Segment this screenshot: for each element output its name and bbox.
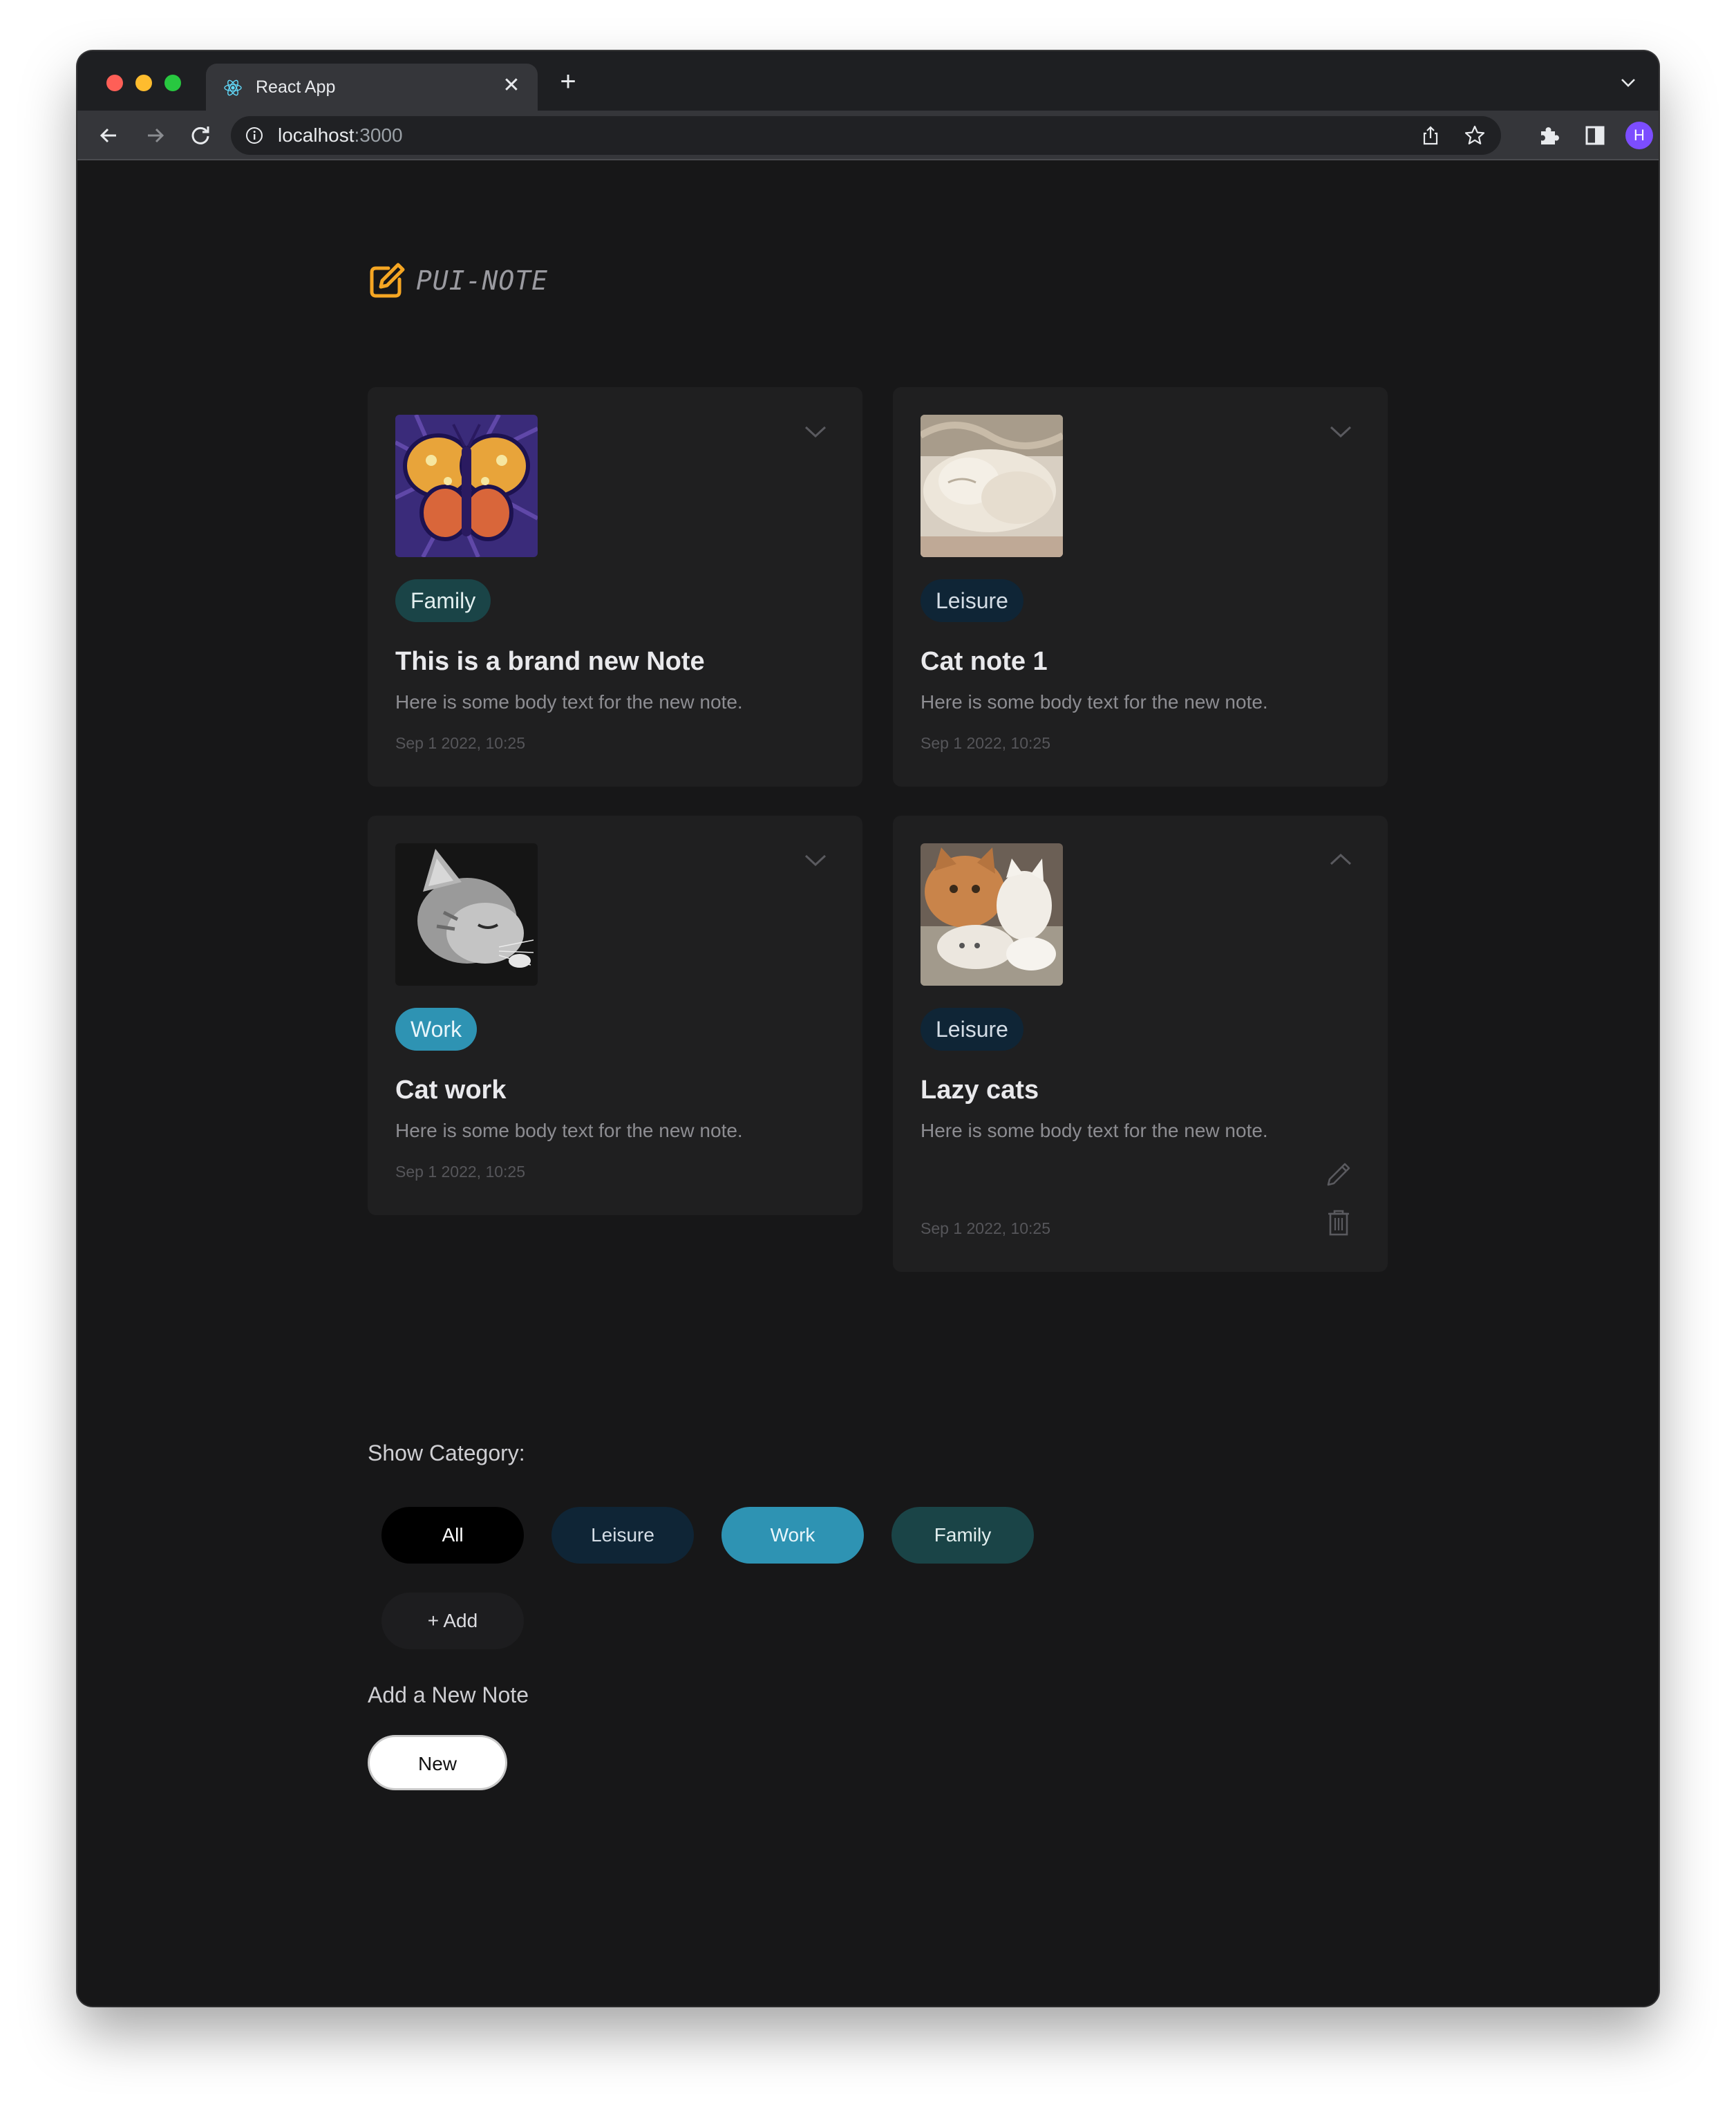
note-date: Sep 1 2022, 10:25 [395,734,525,752]
browser-titlebar: React App ✕ + [77,51,1659,111]
note-date: Sep 1 2022, 10:25 [921,1219,1050,1237]
new-note-button[interactable]: New [368,1735,507,1790]
browser-toolbar: localhost:3000 H [77,111,1659,160]
kitten-bw-image [395,843,538,986]
new-tab-button[interactable]: + [554,68,582,97]
category-chip: Work [395,1008,478,1051]
note-card: Family This is a brand new Note Here is … [368,387,862,787]
bookmark-star-icon[interactable] [1464,124,1486,147]
note-body: Here is some body text for the new note. [921,1120,1268,1141]
sleeping-cat-image [921,415,1063,557]
minimize-window-button[interactable] [135,75,152,91]
edit-note-logo-icon [370,263,405,298]
trash-icon[interactable] [1324,1208,1353,1237]
add-note-label: Add a New Note [368,1682,529,1707]
back-arrow-icon[interactable] [95,122,123,149]
share-icon[interactable] [1419,124,1442,147]
app-content: PUI-NOTE Family This is a brand new Note… [77,162,1659,2006]
category-chip: Leisure [921,1008,1023,1051]
note-card: Leisure Cat note 1 Here is some body tex… [893,387,1388,787]
note-card-expanded: Leisure Lazy cats Here is some body text… [893,816,1388,1272]
close-window-button[interactable] [106,75,123,91]
close-tab-icon[interactable]: ✕ [499,73,524,98]
butterfly-image [395,415,538,557]
chevron-down-icon[interactable] [803,852,828,868]
category-chip: Family [395,579,491,622]
chevron-down-icon[interactable] [803,423,828,440]
note-card: Work Cat work Here is some body text for… [368,816,862,1215]
react-logo-icon [224,79,242,96]
filter-leisure-button[interactable]: Leisure [551,1507,694,1564]
note-body: Here is some body text for the new note. [921,691,1268,713]
chevron-down-icon[interactable] [1328,423,1353,440]
note-date: Sep 1 2022, 10:25 [921,734,1050,752]
site-info-icon[interactable] [245,126,264,145]
profile-avatar[interactable]: H [1625,122,1653,149]
browser-tab[interactable]: React App ✕ [206,64,538,111]
url-text: localhost:3000 [278,124,403,147]
note-title: Lazy cats [921,1076,1039,1105]
forward-arrow-icon[interactable] [141,122,169,149]
browser-window: React App ✕ + localhost:3000 H PUI-NOTE … [77,51,1659,2006]
filter-work-button[interactable]: Work [721,1507,864,1564]
reload-icon[interactable] [187,122,214,149]
note-date: Sep 1 2022, 10:25 [395,1163,525,1181]
edit-pencil-icon[interactable] [1324,1160,1353,1189]
extensions-puzzle-icon[interactable] [1536,122,1563,149]
chevron-up-icon[interactable] [1328,852,1353,868]
note-body: Here is some body text for the new note. [395,1120,743,1141]
url-host: localhost [278,124,355,146]
url-port: :3000 [354,124,403,146]
add-category-button[interactable]: + Add [381,1593,524,1649]
maximize-window-button[interactable] [164,75,181,91]
app-title: PUI-NOTE [416,265,549,296]
address-bar[interactable]: localhost:3000 [231,116,1501,155]
note-title: This is a brand new Note [395,647,705,676]
tab-title: React App [256,77,336,97]
note-title: Cat work [395,1076,507,1105]
filter-all-button[interactable]: All [381,1507,524,1564]
cats-group-image [921,843,1063,986]
show-category-label: Show Category: [368,1441,525,1465]
note-body: Here is some body text for the new note. [395,691,743,713]
tab-search-chevron-icon[interactable] [1619,76,1638,90]
side-panel-icon[interactable] [1581,122,1609,149]
category-chip: Leisure [921,579,1023,622]
note-title: Cat note 1 [921,647,1048,676]
filter-family-button[interactable]: Family [891,1507,1034,1564]
